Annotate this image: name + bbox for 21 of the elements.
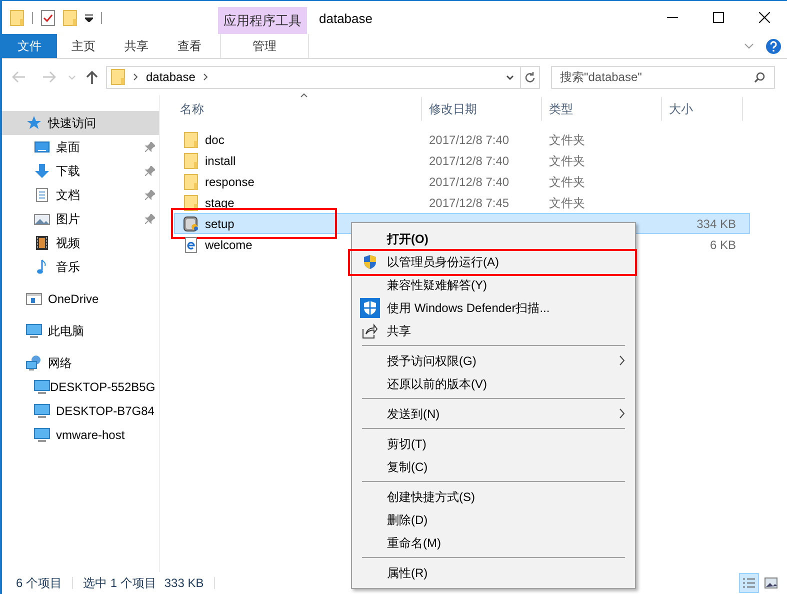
contextual-tab-header: 应用程序工具 xyxy=(218,7,307,34)
status-text: 6 个项目 xyxy=(16,575,62,592)
file-type: 文件夹 xyxy=(548,132,586,148)
file-type: 文件夹 xyxy=(548,152,586,170)
file-name: doc xyxy=(205,132,224,148)
file-size: 6 KB xyxy=(708,236,737,254)
file-name: setup xyxy=(205,216,234,232)
modified-date: 2017/12/8 7:40 xyxy=(428,152,510,170)
status-text: 选中 1 个项目 xyxy=(83,575,156,592)
file-type: 文件夹 xyxy=(548,174,586,190)
modified-date: 2017/12/8 7:45 xyxy=(428,194,510,212)
file-size: 334 KB xyxy=(696,216,737,232)
status-text: 333 KB xyxy=(164,575,204,592)
file-name: welcome xyxy=(205,236,252,254)
window-title: database xyxy=(319,10,372,28)
file-name: response xyxy=(205,174,254,190)
file-name: install xyxy=(205,152,236,170)
file-type: 文件夹 xyxy=(548,194,586,212)
modified-date: 2017/12/8 7:40 xyxy=(428,132,510,148)
modified-date: 2017/12/8 7:40 xyxy=(428,174,510,190)
file-name: stage xyxy=(205,194,234,212)
